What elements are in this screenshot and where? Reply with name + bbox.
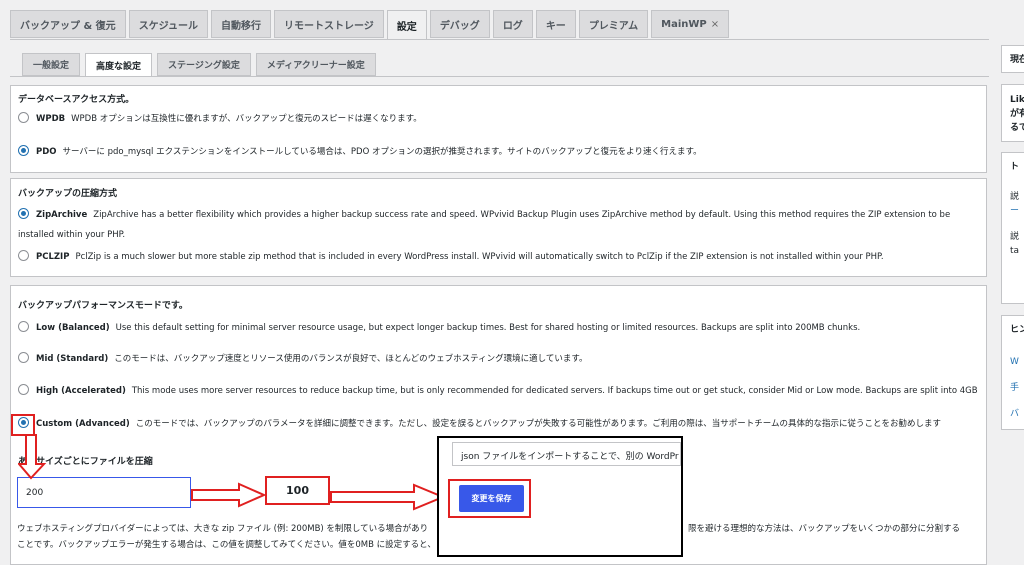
- sidebar-text: るで: [1010, 123, 1024, 133]
- sidebar-box-current: 現在: [1001, 45, 1024, 73]
- radio-wpdb[interactable]: [18, 112, 29, 123]
- option-label: PCLZIP: [36, 252, 70, 262]
- annotation-down-arrow: [18, 434, 47, 480]
- tab-key[interactable]: キー: [535, 10, 576, 38]
- tab-auto-migration[interactable]: 自動移行: [211, 10, 271, 38]
- tab-log[interactable]: ログ: [492, 10, 533, 38]
- option-label: Low (Balanced): [36, 323, 110, 333]
- subtab-staging[interactable]: ステージング設定: [157, 53, 251, 76]
- annotation-value-label: 100: [265, 476, 330, 505]
- annotation-right-arrow: [330, 483, 446, 511]
- footnote-line-2: ことです。バックアップエラーが発生する場合は、この値を調整してみてください。値を…: [17, 540, 436, 550]
- db-access-title: データベースアクセス方式。: [18, 95, 135, 105]
- option-desc: ZipArchive has a better flexibility whic…: [18, 210, 951, 240]
- tab-backup-restore[interactable]: バックアップ & 復元: [10, 10, 126, 38]
- option-label: PDO: [36, 147, 57, 157]
- performance-title: バックアップパフォーマンスモードです。: [18, 301, 188, 311]
- compression-title: バックアップの圧縮方式: [18, 189, 118, 199]
- compress-option-pclzip[interactable]: PCLZIP PclZip is a much slower but more s…: [18, 247, 980, 267]
- subtab-general[interactable]: 一般設定: [22, 53, 81, 76]
- radio-high[interactable]: [18, 384, 29, 395]
- save-callout-panel: json ファイルをインポートすることで、別の WordPr 変更を保存: [437, 436, 683, 557]
- option-label: WPDB: [36, 114, 66, 124]
- tab-mainwp-label: MainWP: [661, 18, 707, 30]
- db-option-pdo[interactable]: PDO サーバーに pdo_mysql エクステンションをインストールしている場合…: [18, 142, 980, 162]
- tab-mainwp[interactable]: MainWP ×: [651, 10, 730, 38]
- sidebar-box-hints: ヒン W 手 バ W: [1001, 315, 1024, 430]
- option-desc: このモードでは、バックアップのパラメータを詳細に調整できます。ただし、設定を誤る…: [135, 419, 942, 429]
- sidebar-text: 説: [1010, 192, 1020, 202]
- option-desc: PclZip is a much slower but more stable …: [75, 252, 884, 262]
- option-label: Custom (Advanced): [36, 419, 130, 429]
- save-changes-button[interactable]: 変更を保存: [459, 485, 524, 512]
- option-desc: This mode uses more server resources to …: [131, 386, 980, 396]
- radio-mid[interactable]: [18, 352, 29, 363]
- db-option-wpdb[interactable]: WPDB WPDB オプションは互換性に優れますが、バックアップと復元のスピードは…: [18, 109, 980, 129]
- subtab-divider: [10, 76, 989, 77]
- compression-panel: バックアップの圧縮方式 ZipArchive ZipArchive has a b…: [10, 178, 987, 277]
- tab-settings[interactable]: 設定: [386, 10, 427, 40]
- sidebar-box-troubleshoot: ト 説 ー 説 ta: [1001, 152, 1024, 304]
- tab-premium[interactable]: プレミアム: [578, 10, 649, 38]
- option-desc: Use this default setting for minimal ser…: [115, 323, 861, 333]
- option-label: ZipArchive: [36, 210, 88, 220]
- perf-option-high[interactable]: High (Accelerated) This mode uses more se…: [18, 381, 980, 401]
- sidebar-text: ta: [1010, 246, 1020, 256]
- sidebar-link[interactable]: W: [1002, 427, 1024, 429]
- tab-schedule[interactable]: スケジュール: [128, 10, 208, 38]
- option-desc: サーバーに pdo_mysql エクステンションをインストールしている場合は、P…: [62, 147, 702, 157]
- sub-tab-bar: 一般設定 高度な設定 ステージング設定 メディアクリーナー設定: [22, 53, 376, 77]
- perf-option-mid[interactable]: Mid (Standard) このモードは、バックアップ速度とリソース使用のバラン…: [18, 349, 980, 369]
- annotation-right-arrow: [191, 482, 267, 508]
- tab-remote-storage[interactable]: リモートストレージ: [274, 10, 384, 38]
- sidebar-text: Like: [1010, 95, 1024, 105]
- sidebar-text: 説: [1010, 232, 1020, 242]
- subtab-advanced[interactable]: 高度な設定: [85, 53, 153, 77]
- option-desc: このモードは、バックアップ速度とリソース使用のバランスが良好で、ほとんどのウェブ…: [114, 354, 588, 364]
- footnote-line-1b: 限を避ける理想的な方法は、バックアップをいくつかの部分に分割する: [688, 524, 961, 534]
- main-tab-bar: バックアップ & 復元 スケジュール 自動移行 リモートストレージ 設定 デバッ…: [10, 10, 730, 40]
- sidebar-text: が有: [1010, 109, 1024, 119]
- tab-debug[interactable]: デバッグ: [429, 10, 490, 38]
- sidebar-link[interactable]: バ: [1002, 401, 1024, 427]
- radio-pclzip[interactable]: [18, 250, 29, 261]
- subtab-media-cleaner[interactable]: メディアクリーナー設定: [255, 53, 376, 76]
- compress-size-input[interactable]: 200: [17, 477, 191, 508]
- db-access-panel: データベースアクセス方式。 WPDB WPDB オプションは互換性に優れますが、バ…: [10, 85, 987, 173]
- option-label: Mid (Standard): [36, 354, 109, 364]
- import-text-field: json ファイルをインポートすることで、別の WordPr: [452, 442, 681, 466]
- sidebar-box-title: 現在: [1010, 55, 1024, 65]
- footnote-part-a: ウェブホスティングプロバイダーによっては、大きな zip ファイル (例: 20…: [17, 524, 429, 534]
- perf-option-custom[interactable]: Custom (Advanced) このモードでは、バックアップのパラメータを詳細…: [18, 414, 980, 434]
- sidebar-box-title: ト: [1010, 162, 1020, 172]
- sidebar-link[interactable]: W: [1002, 349, 1024, 375]
- annotation-highlight-box: [11, 414, 35, 436]
- sidebar-link[interactable]: 手: [1002, 375, 1024, 401]
- sidebar-box-info: Like が有 るで: [1001, 84, 1024, 142]
- close-icon[interactable]: ×: [711, 19, 719, 30]
- perf-option-low[interactable]: Low (Balanced) Use this default setting f…: [18, 318, 980, 338]
- tab-divider: [10, 39, 989, 40]
- radio-ziparchive[interactable]: [18, 208, 29, 219]
- radio-low[interactable]: [18, 321, 29, 332]
- sidebar-link[interactable]: ー: [1002, 204, 1024, 218]
- sidebar-box-title: ヒン: [1010, 325, 1024, 335]
- radio-pdo[interactable]: [18, 145, 29, 156]
- option-desc: WPDB オプションは互換性に優れますが、バックアップと復元のスピードは遅くなり…: [71, 114, 422, 124]
- footnote-line-1: ウェブホスティングプロバイダーによっては、大きな zip ファイル (例: 20…: [17, 521, 428, 537]
- compress-option-ziparchive[interactable]: ZipArchive ZipArchive has a better flexib…: [18, 205, 980, 245]
- option-label: High (Accelerated): [36, 386, 126, 396]
